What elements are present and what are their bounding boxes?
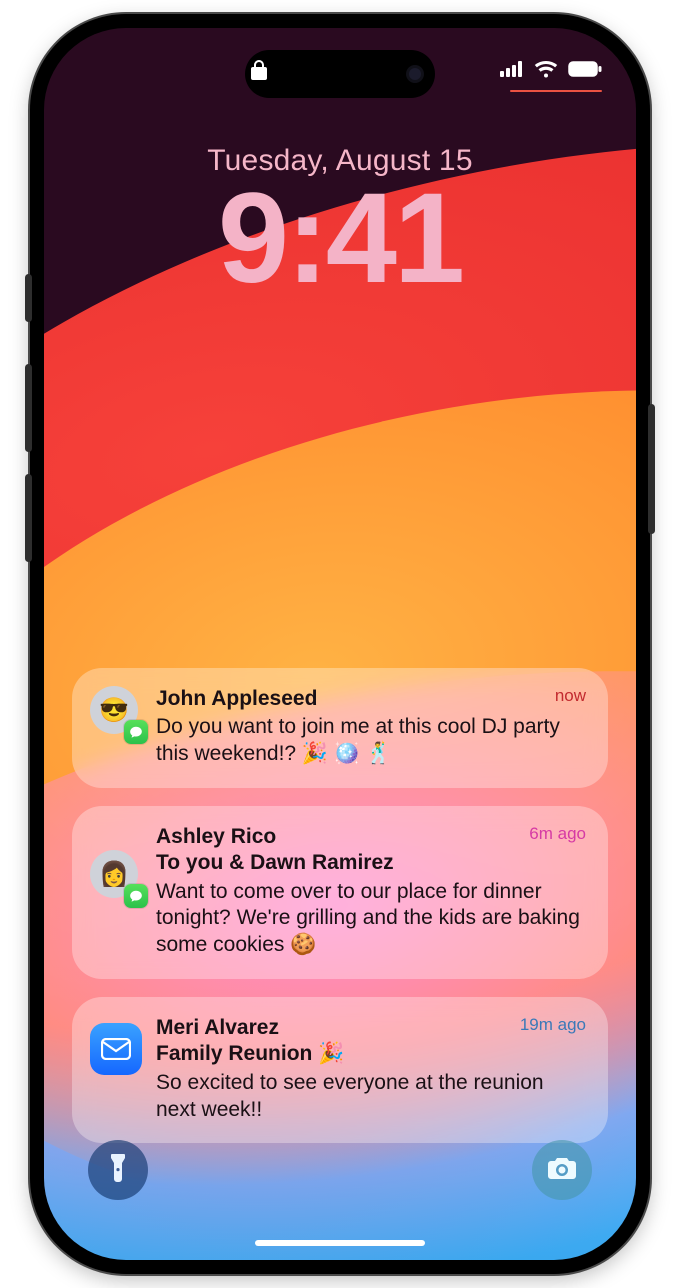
notification-time: 19m ago [520,1015,586,1035]
flashlight-button[interactable] [88,1140,148,1200]
side-button-power [648,404,655,534]
notification-avatar: 👩 [90,850,142,902]
messages-app-badge-icon [124,720,148,744]
notification-body: Want to come over to our place for dinne… [156,879,586,960]
home-indicator[interactable] [255,1240,425,1246]
flashlight-icon [107,1153,129,1188]
lock-time: 9:41 [44,172,636,306]
lock-icon [250,59,268,81]
wifi-icon [534,60,558,78]
notification[interactable]: 👩 6m ago Ashley Rico To you & Dawn Ramir… [72,806,608,979]
notification-avatar: 😎 [90,686,142,738]
status-underline [510,90,602,92]
notification-subtitle: To you & Dawn Ramirez [156,850,586,876]
camera-button[interactable] [532,1140,592,1200]
cellular-signal-icon [500,61,524,77]
notification-stack: 😎 now John Appleseed Do you want to join… [72,668,608,1143]
notification-time: now [555,686,586,706]
notification[interactable]: 😎 now John Appleseed Do you want to join… [72,668,608,788]
notification[interactable]: 19m ago Meri Alvarez Family Reunion 🎉 So… [72,997,608,1143]
side-button-mute [25,274,32,322]
iphone-frame: Tuesday, August 15 9:41 😎 now John Apple… [30,14,650,1274]
mail-app-icon [90,1023,142,1075]
camera-icon [547,1156,577,1185]
notification-body: Do you want to join me at this cool DJ p… [156,714,586,768]
messages-app-badge-icon [124,884,148,908]
side-button-vol-up [25,364,32,452]
status-bar [44,54,636,94]
battery-icon [568,61,602,77]
notification-subtitle: Family Reunion 🎉 [156,1041,586,1067]
notification-sender: Ashley Rico [156,824,586,850]
lock-screen[interactable]: Tuesday, August 15 9:41 😎 now John Apple… [44,28,636,1260]
notification-time: 6m ago [529,824,586,844]
notification-avatar [90,1023,142,1075]
notification-sender: John Appleseed [156,686,586,712]
side-button-vol-down [25,474,32,562]
notification-body: So excited to see everyone at the reunio… [156,1070,586,1124]
